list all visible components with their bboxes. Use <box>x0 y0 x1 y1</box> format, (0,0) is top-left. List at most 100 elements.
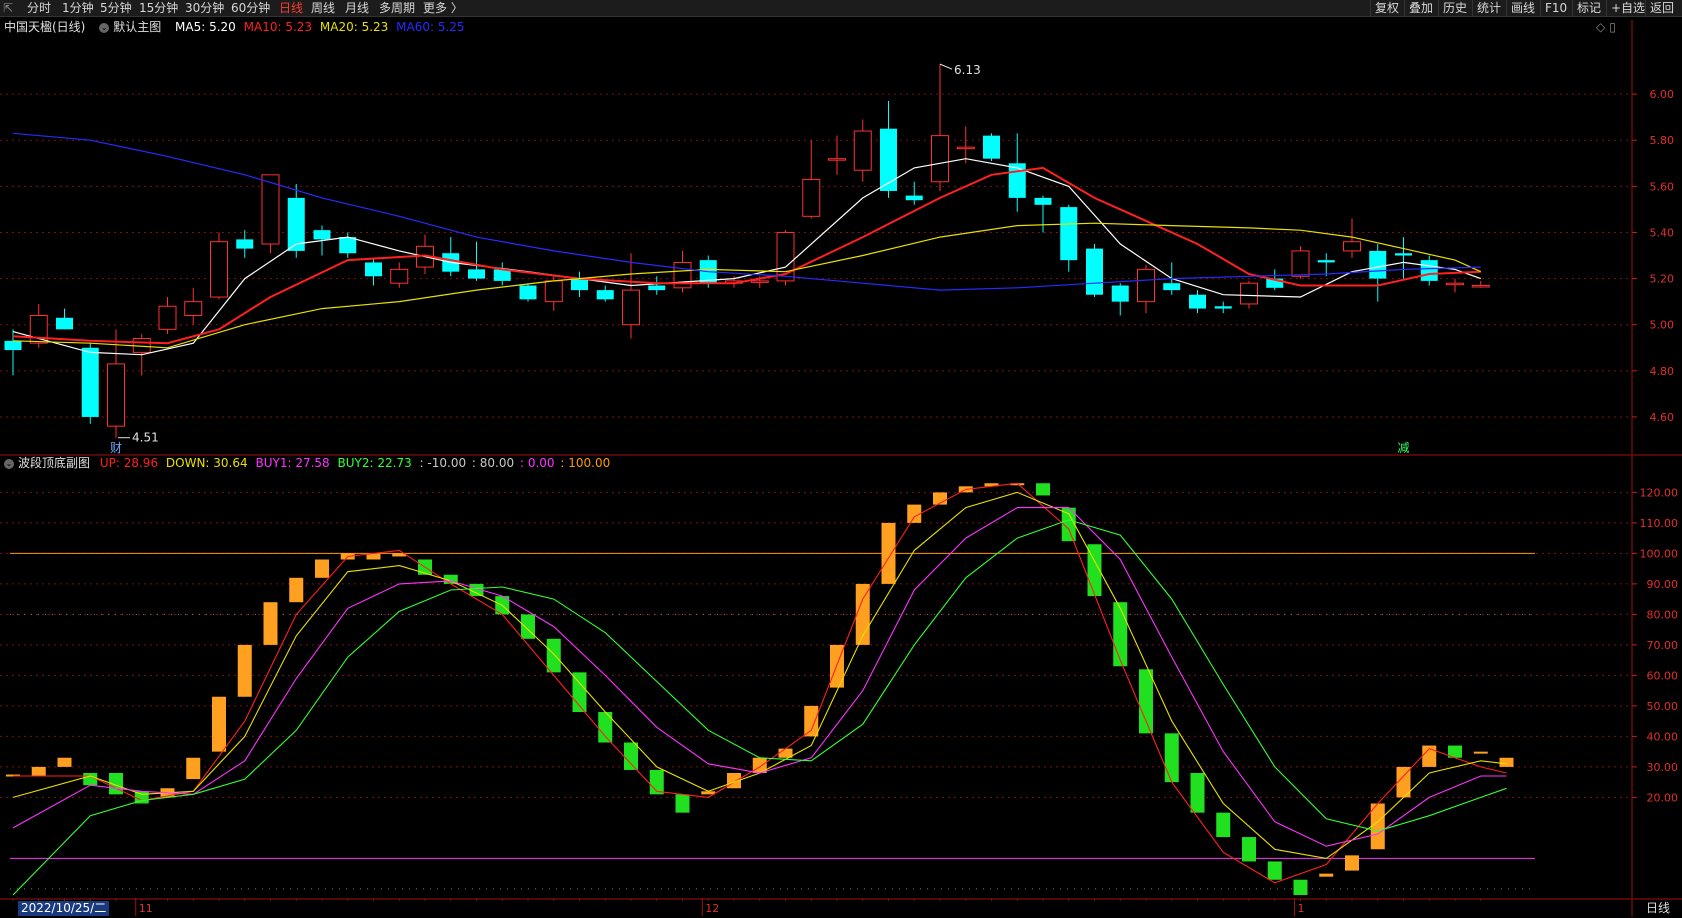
candle-body <box>828 158 846 161</box>
candle-body <box>1060 207 1078 261</box>
candle-body <box>1163 283 1181 291</box>
period-tab-5min[interactable]: 5分钟 <box>100 0 132 16</box>
candle-body <box>468 269 485 279</box>
back-arrow-icon[interactable]: ⇱ <box>3 0 13 16</box>
osc-bar <box>1036 483 1050 496</box>
candle-body <box>81 347 99 417</box>
osc-bar <box>263 602 278 645</box>
osc-line-down <box>12 491 1507 859</box>
candle-body <box>1343 241 1361 252</box>
osc-tick-label: 40.00 <box>1647 730 1679 743</box>
ma-line-ma20 <box>12 222 1482 349</box>
osc-tick-label: 20.00 <box>1647 791 1679 804</box>
return-button[interactable]: 返回 <box>1645 0 1678 16</box>
month-label: 12 <box>705 902 719 915</box>
candle-body <box>1034 197 1052 205</box>
candle-body <box>931 135 949 183</box>
osc-bar <box>881 522 896 584</box>
candle-body <box>365 262 382 277</box>
price-tick-label: 5.00 <box>1650 319 1675 332</box>
period-tab-weekly[interactable]: 周线 <box>311 0 335 16</box>
draw-line-button[interactable]: 画线 <box>1506 0 1539 16</box>
candle-body <box>1291 250 1310 277</box>
osc-line-up <box>13 482 1507 884</box>
candle-body <box>519 285 537 300</box>
osc-bar <box>624 742 638 770</box>
candle-body <box>158 305 177 330</box>
osc-line-buy2 <box>12 519 1507 896</box>
candle-body <box>4 340 22 351</box>
mark-button[interactable]: 标记 <box>1572 0 1605 16</box>
period-tab-monthly[interactable]: 月线 <box>345 0 369 16</box>
period-tab-daily[interactable]: 日线 <box>279 0 303 16</box>
osc-tick-label: 100.00 <box>1640 547 1679 560</box>
candle-body <box>544 280 563 303</box>
osc-bar <box>1370 803 1385 850</box>
osc-bar <box>1267 861 1282 880</box>
low-price-label: 4.51 <box>132 431 159 445</box>
osc-bar <box>315 559 329 578</box>
history-button[interactable]: 历史 <box>1438 0 1471 16</box>
osc-tick-label: 30.00 <box>1647 761 1679 774</box>
osc-bar <box>804 705 819 737</box>
high-pointer <box>939 63 953 70</box>
crosshair-date-label: 2022/10/25/二 <box>18 901 110 916</box>
candle-body <box>956 146 975 150</box>
statistics-button[interactable]: 统计 <box>1472 0 1505 16</box>
period-tab-30min[interactable]: 30分钟 <box>185 0 224 16</box>
price-tick-label: 4.60 <box>1650 411 1675 424</box>
osc-bar <box>1113 602 1128 667</box>
candle-body <box>210 241 228 298</box>
adjust-rights-button[interactable]: 复权 <box>1370 0 1403 16</box>
candle-body <box>622 289 640 326</box>
osc-bar <box>237 644 252 697</box>
month-label: 1 <box>1298 902 1305 915</box>
add-watchlist-button[interactable]: +自选 <box>1606 0 1649 16</box>
candle-body <box>648 285 666 291</box>
overlay-button[interactable]: 叠加 <box>1404 0 1437 16</box>
osc-bar <box>546 638 561 673</box>
price-tick-label: 4.80 <box>1650 365 1675 378</box>
osc-bar <box>1190 773 1205 813</box>
candle-body <box>802 178 821 217</box>
osc-bar <box>186 757 201 780</box>
candle-body <box>1137 268 1155 303</box>
candle-body <box>1240 282 1258 305</box>
kline-chart[interactable]: 6.005.805.605.405.205.004.804.60120.0011… <box>0 17 1682 917</box>
candle-body <box>596 290 614 300</box>
candle-body <box>1446 282 1464 286</box>
ma-line-ma60 <box>12 132 1481 291</box>
ma-line-ma5 <box>12 158 1482 356</box>
period-tab-60min[interactable]: 60分钟 <box>231 0 270 16</box>
period-tab-1min[interactable]: 1分钟 <box>62 0 94 16</box>
candle-body <box>1471 285 1490 288</box>
price-tick-label: 5.80 <box>1650 134 1675 147</box>
candle-body <box>983 135 1000 159</box>
event-marker-label: 减 <box>1397 441 1409 455</box>
candle-body <box>339 237 357 254</box>
period-tab-intraday[interactable]: 分时 <box>27 0 51 16</box>
axis-period-label: 日线 <box>1645 901 1670 915</box>
period-tab-more[interactable]: 更多 〉 <box>423 0 463 16</box>
period-toolbar: ⇱ 分时 1分钟 5分钟 15分钟 30分钟 60分钟 日线 周线 月线 多周期… <box>0 0 1682 17</box>
ma-line-ma10 <box>12 166 1481 345</box>
osc-bar <box>1319 873 1334 877</box>
candle-body <box>390 268 409 284</box>
candle-body <box>1395 253 1412 256</box>
f10-button[interactable]: F10 <box>1540 0 1571 16</box>
period-tab-15min[interactable]: 15分钟 <box>139 0 178 16</box>
candle-body <box>184 301 203 316</box>
candle-body <box>1369 250 1387 279</box>
osc-bar <box>289 577 304 603</box>
candle-body <box>571 278 588 291</box>
month-label: 11 <box>139 902 153 915</box>
osc-tick-label: 60.00 <box>1647 669 1679 682</box>
osc-bar <box>1216 812 1231 838</box>
price-tick-label: 5.40 <box>1650 226 1675 239</box>
price-tick-label: 5.20 <box>1650 273 1675 286</box>
osc-tick-label: 80.00 <box>1647 608 1679 621</box>
osc-bar <box>1499 757 1514 767</box>
osc-bar <box>31 766 46 777</box>
osc-tick-label: 90.00 <box>1647 578 1679 591</box>
period-tab-multi[interactable]: 多周期 <box>379 0 415 16</box>
